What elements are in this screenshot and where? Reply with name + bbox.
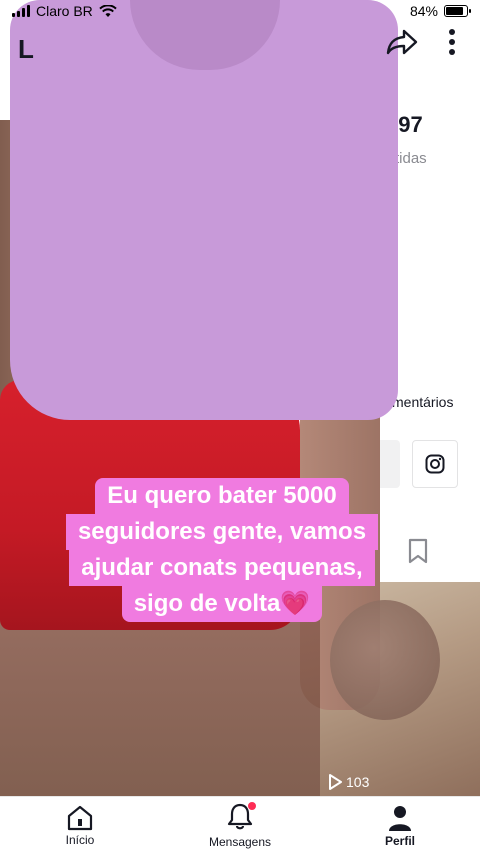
- caption-sticker: Eu quero bater 5000 seguidores gente, va…: [50, 478, 394, 622]
- instagram-icon: [425, 454, 445, 474]
- caption-line: ajudar conats pequenas,: [69, 550, 375, 586]
- profile-name-partial: L: [18, 34, 34, 64]
- view-count-value: 103: [346, 774, 370, 790]
- nav-item-messages[interactable]: Mensagens: [160, 797, 320, 854]
- nav-label-home: Início: [65, 832, 95, 847]
- caption-line: Eu quero bater 5000: [95, 478, 349, 514]
- person-icon: [389, 805, 411, 831]
- caption-line: sigo de volta💗: [121, 586, 323, 622]
- instagram-button[interactable]: [412, 440, 458, 488]
- carrier-name: Claro BR: [36, 3, 93, 19]
- wifi-icon: [99, 4, 117, 17]
- nav-label-profile: Perfil: [384, 833, 415, 848]
- battery-icon: [444, 5, 471, 17]
- stat-label: rtidas: [390, 150, 427, 167]
- caption-line: seguidores gente, vamos: [65, 514, 379, 550]
- bookmark-icon: [408, 538, 428, 564]
- more-options-icon[interactable]: [448, 28, 456, 56]
- nav-item-profile[interactable]: Perfil: [320, 797, 480, 854]
- battery-percent: 84%: [409, 3, 438, 19]
- share-icon[interactable]: [386, 28, 418, 56]
- view-count: 103: [328, 774, 369, 790]
- signal-icon: [12, 5, 30, 17]
- play-icon: [329, 774, 342, 790]
- notification-dot: [248, 802, 256, 810]
- nav-item-home[interactable]: Início: [0, 797, 160, 854]
- bottom-nav: Início Mensagens Perfil: [0, 796, 480, 854]
- saved-tab[interactable]: [406, 538, 430, 569]
- comments-tab-partial[interactable]: mentários: [392, 394, 453, 410]
- home-icon: [67, 805, 93, 830]
- stat-count: 297: [386, 112, 423, 137]
- edit-profile-label: ar a: [308, 455, 335, 473]
- nav-label-messages: Mensagens: [208, 835, 272, 849]
- profile-page: Claro BR 84% L 297 rtidas op mentários a…: [0, 0, 480, 854]
- status-bar: Claro BR 84%: [0, 0, 480, 22]
- tab-text-partial: op: [294, 394, 310, 410]
